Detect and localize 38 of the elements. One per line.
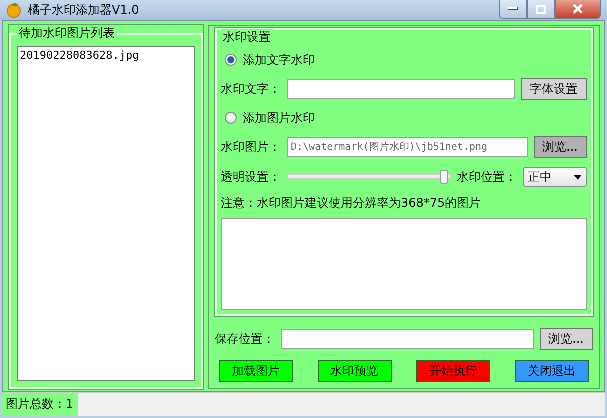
window-title: 橘子水印添加器V1.0 [28, 2, 140, 18]
field-label: 水印位置： [457, 168, 517, 186]
browse-button[interactable]: 浏览... [534, 136, 587, 158]
radio-button[interactable] [225, 54, 237, 66]
status-text: 图片总数：1 [2, 393, 78, 416]
font-settings-button[interactable]: 字体设置 [521, 78, 587, 100]
action-button[interactable]: 水印预览 [318, 360, 392, 382]
maximize-button[interactable] [527, 0, 555, 19]
file-list[interactable]: 20190228083628.jpg [17, 46, 195, 381]
opacity-slider[interactable] [287, 170, 451, 184]
field-label: 保存位置： [215, 330, 275, 348]
field-label: 水印文字： [221, 80, 281, 98]
action-button[interactable]: 关闭退出 [514, 360, 589, 382]
position-dropdown[interactable]: 正中 [523, 167, 587, 187]
maximize-icon [536, 4, 546, 14]
radio-label: 添加文字水印 [243, 52, 315, 68]
note-text: 注意：水印图片建议使用分辨率为368*75的图片 [221, 194, 482, 212]
close-icon [572, 4, 584, 14]
input-field[interactable]: D:\watermark(图片水印)\jb51net.png [287, 137, 528, 157]
text-area[interactable] [221, 218, 587, 310]
minimize-button[interactable] [499, 0, 527, 19]
radio-label: 添加图片水印 [243, 110, 315, 126]
slider-thumb[interactable] [440, 170, 448, 184]
radio-button[interactable] [225, 112, 237, 124]
field-label: 水印图片： [221, 138, 281, 156]
input-field[interactable] [287, 79, 515, 99]
file-list-item[interactable]: 20190228083628.jpg [20, 49, 192, 62]
action-button[interactable]: 加载图片 [219, 360, 293, 382]
caret-icon [574, 174, 582, 180]
panel-title: 待加水印图片列表 [18, 25, 116, 42]
minimize-icon [508, 7, 518, 11]
field-label: 透明设置： [221, 168, 281, 186]
close-button[interactable] [555, 0, 601, 19]
fruit-icon [6, 2, 22, 18]
browse-button[interactable]: 浏览... [540, 328, 593, 350]
panel-title: 水印设置 [221, 29, 273, 46]
input-field[interactable] [281, 329, 534, 349]
action-button[interactable]: 开始执行 [416, 360, 490, 382]
